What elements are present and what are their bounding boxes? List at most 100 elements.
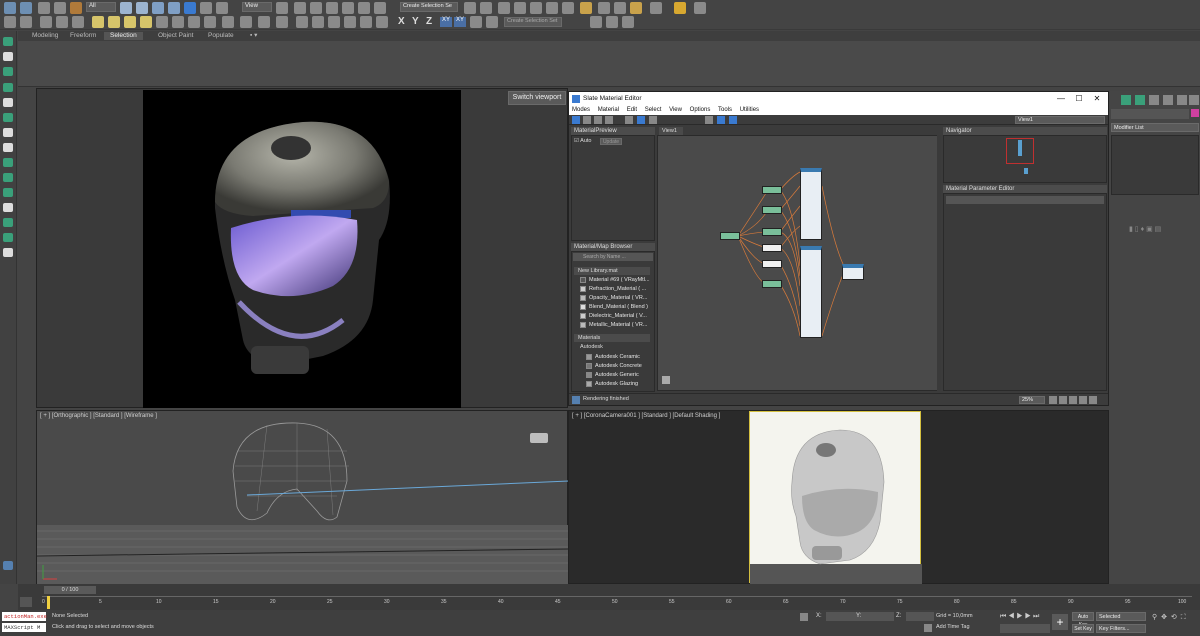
close-button[interactable]: ✕ <box>1089 92 1105 106</box>
tool-11-icon[interactable] <box>3 188 13 197</box>
node-view[interactable] <box>657 135 941 391</box>
view-tab[interactable]: View1 <box>659 127 683 135</box>
menu-edit[interactable]: Edit <box>627 107 637 113</box>
systems-icon[interactable] <box>204 16 216 28</box>
tab-object-paint[interactable]: Object Paint <box>152 32 199 40</box>
timeline-track[interactable]: 0 5 10 15 20 25 30 35 40 45 50 55 60 65 … <box>42 596 1192 609</box>
reference-coord-dropdown[interactable]: View <box>242 2 272 12</box>
menu-select[interactable]: Select <box>645 107 662 113</box>
snap-3d-icon[interactable] <box>326 2 338 14</box>
layers-icon[interactable] <box>514 2 526 14</box>
mirror-icon[interactable] <box>464 2 476 14</box>
zoom-extents-icon[interactable] <box>1079 396 1087 404</box>
create-selection-set-field[interactable]: Create Selection Set <box>504 17 562 27</box>
undo-icon[interactable] <box>4 2 16 14</box>
axis-xy-2-button[interactable]: XY <box>454 17 466 27</box>
tool-2-icon[interactable] <box>3 52 13 61</box>
set-key-button[interactable]: Set Key <box>1072 624 1094 633</box>
tab-populate[interactable]: Populate <box>202 32 240 40</box>
light-icon[interactable] <box>92 16 104 28</box>
current-frame-field[interactable] <box>1000 624 1050 633</box>
curve-editor-icon[interactable] <box>546 2 558 14</box>
list-item[interactable]: Autodesk Generic <box>586 371 639 380</box>
scale-icon[interactable] <box>216 2 228 14</box>
corona-camera-icon[interactable] <box>328 16 340 28</box>
key-set-dropdown[interactable]: Selected <box>1096 612 1146 621</box>
menu-modes[interactable]: Modes <box>572 107 590 113</box>
snap-icon[interactable] <box>470 16 482 28</box>
tool-10-icon[interactable] <box>3 173 13 182</box>
rendered-frame-icon[interactable] <box>614 2 626 14</box>
viewport-bottom-right[interactable]: [ + ] [CoronaCamera001 ] [Standard ] [De… <box>568 410 1109 584</box>
script-listener-b[interactable]: MAXScript M <box>2 623 46 632</box>
light-3-icon[interactable] <box>124 16 136 28</box>
autodesk-group[interactable]: Autodesk <box>580 343 603 351</box>
viewport-bottom-left[interactable]: [ + ] [Orthographic ] [Standard ] [Wiref… <box>36 410 569 585</box>
extra-icon[interactable] <box>694 2 706 14</box>
tool-6-icon[interactable] <box>3 113 13 122</box>
schematic-view-icon[interactable] <box>562 2 574 14</box>
keyboard-shortcut-icon[interactable] <box>310 2 322 14</box>
ribbon-options-icon[interactable]: ▪ ▾ <box>244 32 263 40</box>
zoom-dropdown[interactable]: 25% <box>1019 396 1045 404</box>
align-icon[interactable] <box>480 2 492 14</box>
corona-sun-icon[interactable] <box>360 16 372 28</box>
viewport-layout-icon[interactable] <box>3 561 13 570</box>
materials-group[interactable]: Materials <box>574 334 650 342</box>
vray-sun-icon[interactable] <box>240 16 252 28</box>
create-icon[interactable] <box>4 16 16 28</box>
window-crossing-icon[interactable] <box>168 2 180 14</box>
axis-z-button[interactable]: Z <box>426 16 436 28</box>
list-item[interactable]: Refraction_Material ( ... <box>580 285 646 294</box>
list-item[interactable]: Metallic_Material ( VR... <box>580 321 647 330</box>
layout-icon[interactable] <box>705 116 713 124</box>
ribbon-toggle-icon[interactable] <box>530 2 542 14</box>
viewport-label-camera[interactable]: [ + ] [CoronaCamera001 ] [Standard ] [De… <box>572 413 720 419</box>
node-view-scrollbar[interactable] <box>937 135 941 391</box>
corona-icon[interactable] <box>674 2 686 14</box>
tool-14-icon[interactable] <box>3 233 13 242</box>
extra-3-icon[interactable] <box>622 16 634 28</box>
show-map-icon[interactable] <box>637 116 645 124</box>
navigator-panel[interactable] <box>943 135 1107 183</box>
tool-13-icon[interactable] <box>3 218 13 227</box>
switch-viewport-button[interactable]: Switch viewport <box>508 91 566 105</box>
spinner-snap-icon[interactable] <box>374 2 386 14</box>
modifier-list-dropdown[interactable]: Modifier List <box>1111 123 1199 132</box>
timeline-toggle-icon[interactable] <box>20 597 32 607</box>
percent-snap-icon[interactable] <box>358 2 370 14</box>
vray-plane-icon[interactable] <box>296 16 308 28</box>
assign-material-icon[interactable] <box>605 116 613 124</box>
rect-selection-icon[interactable] <box>152 2 164 14</box>
set-key-plus-icon[interactable]: + <box>1052 614 1068 630</box>
sphere-icon[interactable] <box>56 16 68 28</box>
selection-filter-dropdown[interactable]: All <box>86 2 116 12</box>
tab-modeling[interactable]: Modeling <box>26 32 64 40</box>
motion-tab-icon[interactable] <box>1163 95 1173 105</box>
move-icon[interactable] <box>184 2 196 14</box>
zoom-selected-icon[interactable] <box>1089 396 1097 404</box>
viewport-top-left[interactable]: Switch viewport <box>36 88 568 408</box>
node-map-3[interactable] <box>762 228 782 236</box>
zoom-region-icon[interactable] <box>1069 396 1077 404</box>
delete-icon[interactable] <box>625 116 633 124</box>
param-editor-field[interactable] <box>946 196 1104 204</box>
corona-sky-icon[interactable] <box>376 16 388 28</box>
tool-5-icon[interactable] <box>3 98 13 107</box>
tool-1-icon[interactable] <box>3 37 13 46</box>
vray-light-icon[interactable] <box>222 16 234 28</box>
list-item[interactable]: Dielectric_Material ( V... <box>580 312 647 321</box>
camera-icon[interactable] <box>156 16 168 28</box>
preview-auto-checkbox[interactable]: ☑ Auto <box>574 138 591 144</box>
menu-material[interactable]: Material <box>598 107 619 113</box>
node-map-5[interactable] <box>762 260 782 268</box>
named-selection-set-dropdown[interactable]: Create Selection Se <box>400 2 458 12</box>
menu-options[interactable]: Options <box>690 107 711 113</box>
isolate-icon[interactable] <box>590 16 602 28</box>
key-filters-button[interactable]: Key Filters... <box>1096 624 1146 633</box>
render-setup-icon[interactable] <box>598 2 610 14</box>
pick-material-icon[interactable] <box>583 116 591 124</box>
light-2-icon[interactable] <box>108 16 120 28</box>
node-map-6[interactable] <box>762 280 782 288</box>
view-dropdown[interactable]: View1 <box>1015 116 1105 124</box>
